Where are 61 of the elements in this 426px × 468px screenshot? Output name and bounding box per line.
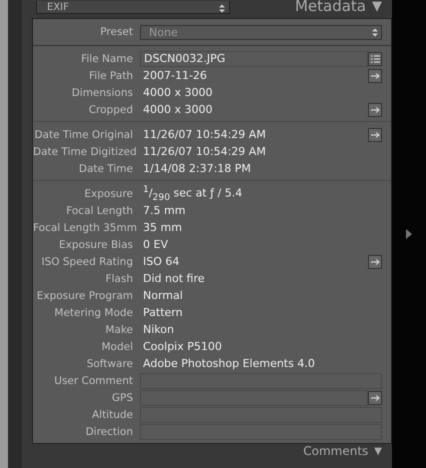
field-label: Exposure Program: [36, 290, 133, 302]
field-value: 4000 x 3000: [143, 103, 212, 116]
field-value: 11/26/07 10:54:29 AM: [143, 145, 266, 158]
field-label: Date Time Original: [33, 128, 133, 140]
field-label: Flash: [104, 272, 133, 284]
field-label: Exposure Bias: [58, 238, 133, 250]
field-value: 1/14/08 2:37:18 PM: [143, 162, 251, 175]
field-value: 4000 x 3000: [143, 86, 212, 99]
input-field[interactable]: [140, 390, 368, 406]
field-value: Coolpix P5100: [143, 340, 222, 353]
field-label: Metering Mode: [53, 306, 133, 318]
input-field[interactable]: [140, 406, 382, 422]
field-value: 11/26/07 10:54:29 AM: [143, 128, 266, 141]
field-label: Direction: [84, 426, 133, 438]
field-value: ISO 64: [143, 255, 180, 268]
field-label: ISO Speed Rating: [40, 256, 133, 268]
field-label: Make: [104, 324, 133, 336]
field-label: Software: [86, 358, 133, 370]
field-value: 35 mm: [143, 221, 182, 234]
collapse-caret[interactable]: ▼: [374, 445, 382, 458]
field-label: Focal Length: [65, 204, 133, 216]
arrow-icon: [370, 258, 380, 264]
field-label: Model: [100, 340, 133, 352]
field-label: Cropped: [88, 104, 133, 116]
arrow-button[interactable]: [368, 390, 382, 404]
expand-arrow-icon[interactable]: [406, 229, 412, 239]
field-label: User Comment: [53, 374, 133, 386]
arrow-icon: [370, 72, 380, 78]
stepper-icon: [219, 4, 225, 13]
field-label: File Name: [80, 52, 133, 64]
panel-title: Comments: [303, 445, 368, 458]
field-label: Altitude: [90, 408, 133, 420]
field-label: Date Time: [78, 162, 133, 174]
arrow-icon: [370, 394, 380, 400]
field-value: 2007-11-26: [143, 69, 207, 82]
field-label: Dimensions: [70, 86, 133, 98]
field-value: Nikon: [143, 323, 174, 336]
list-button[interactable]: [368, 52, 382, 66]
preset-dropdown[interactable]: None: [140, 24, 382, 40]
arrow-button[interactable]: [368, 102, 382, 116]
field-value: Pattern: [143, 306, 183, 319]
arrow-icon: [370, 106, 380, 112]
stepper-icon: [372, 28, 378, 36]
field-label: File Path: [88, 70, 133, 82]
arrow-button[interactable]: [368, 68, 382, 82]
collapse-caret[interactable]: ▼: [372, 0, 382, 14]
field-value: Did not fire: [143, 272, 204, 285]
arrow-icon: [370, 132, 380, 138]
arrow-button[interactable]: [368, 128, 382, 142]
field-value: Adobe Photoshop Elements 4.0: [143, 357, 315, 370]
field-value: Normal: [143, 289, 183, 302]
exif-dropdown[interactable]: EXIF: [36, 1, 230, 14]
preset-label: Preset: [99, 26, 133, 38]
field-value: 0 EV: [143, 238, 168, 251]
arrow-button[interactable]: [368, 254, 382, 268]
field-value: $^{1}$/$_{290}$ sec at ƒ / 5.4: [143, 184, 242, 203]
input-field[interactable]: DSCN0032.JPG: [140, 50, 368, 66]
field-label: GPS: [110, 392, 133, 404]
field-value: 7.5 mm: [143, 204, 186, 217]
list-icon: [370, 54, 380, 62]
field-label: Exposure: [83, 188, 133, 200]
